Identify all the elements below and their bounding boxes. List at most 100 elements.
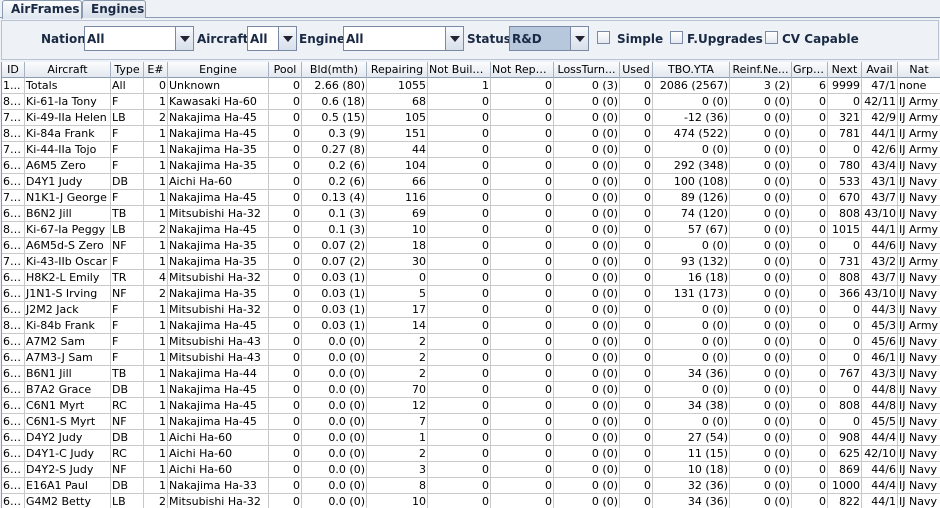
table-cell: 10 bbox=[367, 494, 428, 508]
table-cell: Nakajima Ha-35 bbox=[168, 238, 269, 253]
table-cell: 0 bbox=[269, 478, 302, 493]
fupgrades-checkbox[interactable] bbox=[670, 31, 683, 44]
table-cell: 0.0 (0) bbox=[302, 462, 367, 477]
table-cell: 0 bbox=[491, 254, 554, 269]
table-cell: 622 bbox=[3, 350, 25, 365]
column-header[interactable]: Not Repa... bbox=[491, 62, 554, 78]
table-row[interactable]: 826 Ki-84b Frank F 1 Nakajima Ha-45 0 0.03 (1)… bbox=[2, 318, 940, 334]
table-row[interactable]: 650 D4Y2 Judy DB 1 Aichi Ha-60 0 0.0 (0) 1 0 0 0 (… bbox=[2, 430, 940, 446]
table-row[interactable]: 794 Ki-49-IIa Helen LB 2 Nakajima Ha-45 0 0.5 … bbox=[2, 110, 940, 126]
table-row[interactable]: 691 J1N1-S Irving NF 2 Nakajima Ha-35 0 0.03 (… bbox=[2, 286, 940, 302]
table-cell: 0.0 (0) bbox=[302, 366, 367, 381]
table-cell: 2 bbox=[144, 494, 168, 508]
table-row[interactable]: 631 B6N2 Jill TB 1 Mitsubishi Ha-32 0 0.1 (3) 6… bbox=[2, 206, 940, 222]
table-row[interactable]: 635 B7A2 Grace DB 1 Nakajima Ha-45 0 0.0 (0) 70… bbox=[2, 382, 940, 398]
table-cell: IJ Navy bbox=[898, 382, 940, 397]
table-cell: IJ Navy bbox=[898, 174, 940, 189]
table-cell: 0.2 (6) bbox=[302, 158, 367, 173]
table-cell: All bbox=[111, 78, 144, 93]
table-cell: A6M5d-S Zero bbox=[25, 238, 111, 253]
table-cell: 16 (18) bbox=[653, 270, 730, 285]
column-header[interactable]: Grp ... bbox=[792, 62, 828, 78]
table-cell: IJ Army bbox=[898, 94, 940, 109]
table-row[interactable]: 688 H8K2-L Emily TR 4 Mitsubishi Ha-32 0 0.03 … bbox=[2, 270, 940, 286]
cv-capable-checkbox[interactable] bbox=[765, 31, 778, 44]
column-header[interactable]: LossTurn... bbox=[554, 62, 620, 78]
table-row[interactable]: 694 J2M2 Jack F 1 Mitsubishi Ha-32 0 0.03 (1) 1… bbox=[2, 302, 940, 318]
table-row[interactable]: 665 E16A1 Paul DB 1 Nakajima Ha-33 0 0.0 (0) 8 0… bbox=[2, 478, 940, 494]
filter-panel: Nation: All Aircraft: All Engine: All St… bbox=[1, 20, 939, 60]
column-header[interactable]: Pool bbox=[269, 62, 302, 78]
table-cell: IJ Navy bbox=[898, 238, 940, 253]
table-row[interactable]: 630 B6N1 Jill TB 1 Nakajima Ha-44 0 0.0 (0) 2 0 0… bbox=[2, 366, 940, 382]
table-cell: IJ Navy bbox=[898, 366, 940, 381]
table-row[interactable]: 825 Ki-84a Frank F 1 Nakajima Ha-45 0 0.3 (9) 1… bbox=[2, 126, 940, 142]
nation-select[interactable]: All bbox=[84, 26, 194, 51]
column-header[interactable]: E# bbox=[144, 62, 168, 78]
table-cell: Mitsubishi Ha-43 bbox=[168, 350, 269, 365]
table-cell: A7M2 Sam bbox=[25, 334, 111, 349]
table-row[interactable]: 715 N1K1-J George F 1 Nakajima Ha-45 0 0.13 (4… bbox=[2, 190, 940, 206]
table-cell: 43/4 bbox=[862, 158, 898, 173]
table-cell: 0 bbox=[269, 334, 302, 349]
table-cell: 43/7 bbox=[862, 190, 898, 205]
table-row[interactable]: 655 D4Y1-C Judy RC 1 Aichi Ha-60 0 0.0 (0) 2 0 0 0… bbox=[2, 446, 940, 462]
table-cell: 0 (0) bbox=[730, 446, 792, 461]
chevron-down-icon[interactable] bbox=[570, 27, 588, 50]
column-header[interactable]: Reinf.Ne... bbox=[730, 62, 792, 78]
table-cell: F bbox=[111, 318, 144, 333]
engine-select[interactable]: All bbox=[343, 26, 464, 51]
chevron-down-icon[interactable] bbox=[278, 27, 296, 50]
column-header[interactable]: ID bbox=[2, 62, 25, 78]
table-row[interactable]: 809 Ki-61-Ia Tony F 1 Kawasaki Ha-60 0 0.6 (18… bbox=[2, 94, 940, 110]
table-cell: 0 (0) bbox=[653, 318, 730, 333]
table-cell: 116 bbox=[367, 190, 428, 205]
airframes-table[interactable]: ID Aircraft Type E# Engine Pool Bld(mth) Repair… bbox=[1, 62, 940, 508]
table-cell: 0 (0) bbox=[730, 478, 792, 493]
table-cell: 104 bbox=[367, 158, 428, 173]
table-row[interactable]: 763 Ki-43-IIb Oscar F 1 Nakajima Ha-35 0 0.07 … bbox=[2, 254, 940, 270]
table-cell: 640 bbox=[3, 414, 25, 429]
table-row[interactable]: 815 Ki-67-Ia Peggy LB 2 Nakajima Ha-45 0 0.1 (… bbox=[2, 222, 940, 238]
table-cell: 0 bbox=[428, 494, 491, 508]
table-cell: IJ Navy bbox=[898, 350, 940, 365]
table-row[interactable]: 1... Totals All 0 Unknown 0 2.66 (80) 1055 1 0 0 (… bbox=[2, 78, 940, 94]
column-header[interactable]: Engine bbox=[168, 62, 269, 78]
tab-airframes[interactable]: AirFrames bbox=[2, 0, 82, 19]
simple-checkbox[interactable] bbox=[597, 31, 610, 44]
table-cell: 1 bbox=[144, 334, 168, 349]
table-cell: 0 bbox=[269, 430, 302, 445]
chevron-down-icon[interactable] bbox=[445, 27, 463, 50]
table-cell: Ki-67-Ia Peggy bbox=[25, 222, 111, 237]
column-header[interactable]: Repairing bbox=[367, 62, 428, 78]
table-body: 1... Totals All 0 Unknown 0 2.66 (80) 1055 1 0 0 (… bbox=[2, 78, 940, 508]
column-header[interactable]: Not Buildi... bbox=[428, 62, 491, 78]
table-cell: 0 bbox=[620, 94, 653, 109]
table-row[interactable]: 769 Ki-44-IIa Tojo F 1 Nakajima Ha-35 0 0.27 (… bbox=[2, 142, 940, 158]
table-row[interactable]: 612 A6M5 Zero F 1 Nakajima Ha-35 0 0.2 (6) 104 0… bbox=[2, 158, 940, 174]
tab-engines[interactable]: Engines bbox=[82, 0, 146, 18]
table-cell: IJ Navy bbox=[898, 478, 940, 493]
table-row[interactable]: 640 C6N1-S Myrt NF 1 Nakajima Ha-45 0 0.0 (0) 7… bbox=[2, 414, 940, 430]
column-header[interactable]: TBO.YTA bbox=[653, 62, 730, 78]
chevron-down-icon[interactable] bbox=[175, 27, 193, 50]
table-row[interactable]: 674 G4M2 Betty LB 2 Mitsubishi Ha-32 0 0.0 (0)… bbox=[2, 494, 940, 508]
table-row[interactable]: 621 A7M2 Sam F 1 Mitsubishi Ha-43 0 0.0 (0) 2 0 0… bbox=[2, 334, 940, 350]
table-row[interactable]: 622 A7M3-J Sam F 1 Mitsubishi Ha-43 0 0.0 (0) 2… bbox=[2, 350, 940, 366]
table-row[interactable]: 615 A6M5d-S Zero NF 1 Nakajima Ha-35 0 0.07 (2… bbox=[2, 238, 940, 254]
column-header[interactable]: Bld(mth) bbox=[302, 62, 367, 78]
column-header[interactable]: Aircraft bbox=[25, 62, 111, 78]
status-select[interactable]: R&D bbox=[509, 26, 589, 51]
column-header[interactable]: Avail bbox=[862, 62, 898, 78]
table-cell: 42/9 bbox=[862, 110, 898, 125]
column-header[interactable]: Used bbox=[620, 62, 653, 78]
table-row[interactable]: 639 C6N1 Myrt RC 1 Nakajima Ha-45 0 0.0 (0) 12 0… bbox=[2, 398, 940, 414]
table-row[interactable]: 649 D4Y1 Judy DB 1 Aichi Ha-60 0 0.2 (6) 66 0 0 0 … bbox=[2, 174, 940, 190]
column-header[interactable]: Type bbox=[111, 62, 144, 78]
table-cell: Nakajima Ha-45 bbox=[168, 414, 269, 429]
aircraft-select[interactable]: All bbox=[247, 26, 297, 51]
table-cell: DB bbox=[111, 430, 144, 445]
table-row[interactable]: 658 D4Y2-S Judy NF 1 Aichi Ha-60 0 0.0 (0) 3 0 0 0… bbox=[2, 462, 940, 478]
column-header[interactable]: Next bbox=[828, 62, 862, 78]
column-header[interactable]: Nat bbox=[898, 62, 940, 78]
